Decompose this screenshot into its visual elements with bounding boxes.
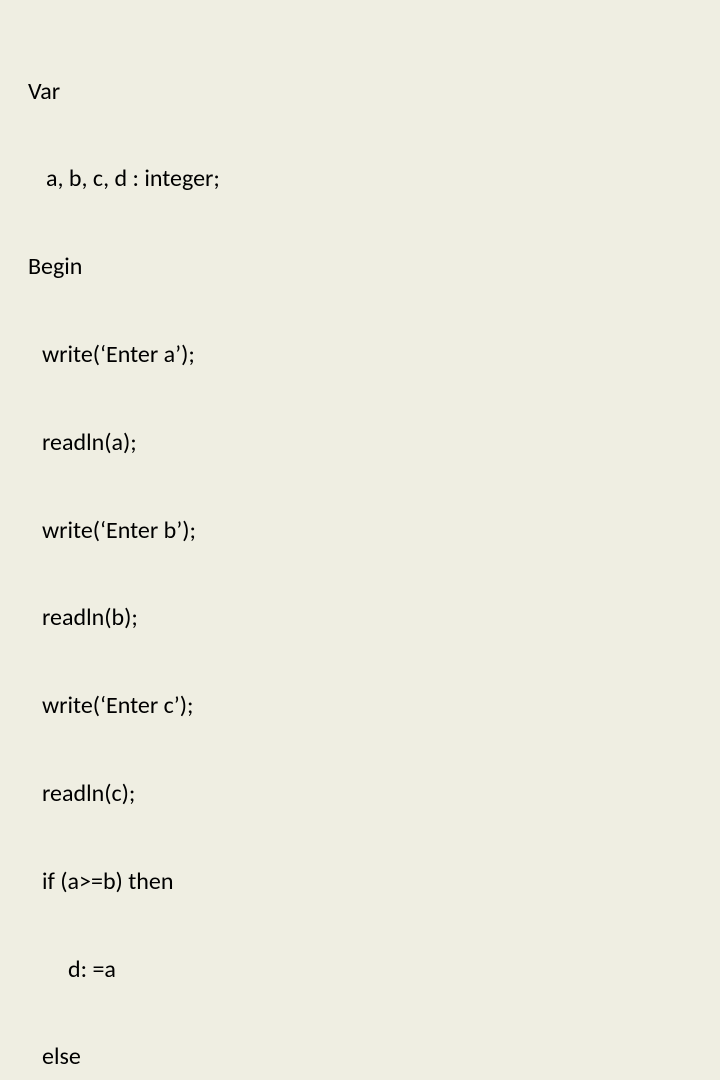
code-line: if (a>=b) then — [28, 867, 692, 896]
code-block: Var a, b, c, d : integer; Begin write(‘E… — [28, 18, 692, 1080]
code-line: Var — [28, 77, 692, 106]
code-line: d: =a — [28, 955, 692, 984]
code-line: readln(b); — [28, 603, 692, 632]
code-line: readln(a); — [28, 428, 692, 457]
code-line: write(‘Enter b’); — [28, 516, 692, 545]
code-line: a, b, c, d : integer; — [28, 164, 692, 193]
code-line: write(‘Enter a’); — [28, 340, 692, 369]
code-line: else — [28, 1042, 692, 1071]
code-line: readln(c); — [28, 779, 692, 808]
code-line: write(‘Enter c’); — [28, 691, 692, 720]
code-line: Begin — [28, 252, 692, 281]
